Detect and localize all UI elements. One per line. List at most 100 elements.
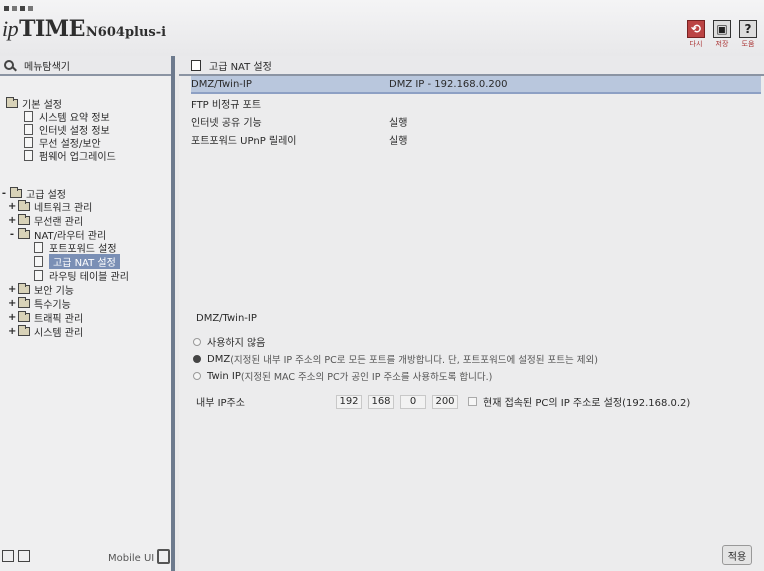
save-icon: ▣ — [713, 20, 731, 38]
row-value: 실행 — [389, 135, 408, 147]
folder-icon — [18, 311, 30, 322]
restart-icon: ⟲ — [687, 20, 705, 38]
logo-dots — [4, 6, 166, 11]
expand-icon: + — [8, 326, 17, 337]
option-description: (지정된 MAC 주소의 PC가 공인 IP 주소를 사용하도록 합니다.) — [240, 372, 493, 383]
tree-system-management[interactable]: + 시스템 관리 — [8, 324, 83, 339]
model-name: N604plus-i — [85, 25, 167, 40]
expand-icon: + — [8, 201, 17, 212]
help-icon: ? — [739, 20, 757, 38]
exit-icon[interactable] — [18, 550, 30, 562]
expand-icon: + — [8, 312, 17, 323]
folder-icon — [18, 228, 30, 239]
use-current-pc-label: 현재 접속된 PC의 IP 주소로 설정(192.168.0.2) — [483, 398, 691, 409]
tree-traffic-management[interactable]: + 트래픽 관리 — [8, 310, 83, 325]
expand-icon: + — [8, 215, 17, 226]
page-title: 고급 NAT 설정 — [209, 61, 272, 73]
radio-button[interactable] — [193, 372, 201, 380]
collapse-icon: - — [9, 229, 15, 240]
ip-octet-1-input[interactable]: 192 — [336, 394, 362, 409]
document-icon — [34, 270, 43, 281]
tree-item-firmware-upgrade[interactable]: 펌웨어 업그레이드 — [24, 148, 116, 163]
logo-time: TIME — [19, 16, 85, 42]
tree-label-selected: 고급 NAT 설정 — [49, 254, 120, 269]
tree-item-port-forward[interactable]: 포트포워드 설정 — [34, 240, 117, 255]
option-dmz[interactable]: DMZ (지정된 내부 IP 주소의 PC로 모든 포트를 개방합니다. 단, … — [193, 352, 598, 366]
expand-icon: + — [8, 298, 17, 309]
tree-label: 네트워크 관리 — [34, 203, 93, 214]
radio-button-selected[interactable] — [193, 355, 201, 363]
save-label: 저장 — [715, 40, 729, 48]
ip-octet-4-input[interactable]: 200 — [432, 394, 458, 409]
tree-security[interactable]: + 보안 기능 — [8, 282, 74, 297]
folder-icon — [10, 187, 22, 198]
use-current-pc-checkbox[interactable] — [468, 397, 477, 406]
tree-label: 펌웨어 업그레이드 — [39, 152, 116, 163]
internal-ip-label: 내부 IP주소 — [196, 398, 245, 409]
tree-wireless-management[interactable]: + 무선랜 관리 — [8, 213, 83, 228]
document-icon — [24, 137, 33, 148]
option-label: DMZ — [207, 353, 231, 365]
home-icon[interactable] — [2, 550, 14, 562]
section-title: DMZ/Twin-IP — [196, 313, 257, 324]
internal-ip-row: 내부 IP주소 192 168 0 200 현재 접속된 PC의 IP 주소로 … — [196, 394, 690, 409]
option-disabled[interactable]: 사용하지 않음 — [193, 334, 265, 349]
sidebar-footer: Mobile UI — [0, 545, 175, 571]
menu-explorer: 메뉴탐색기 기본 설정 시스템 요약 정보 인터넷 설정 정보 무선 설정/보안… — [0, 56, 175, 571]
tree-label: 특수기능 — [34, 300, 71, 311]
tree-label: 포트포워드 설정 — [49, 244, 117, 255]
tree-special-functions[interactable]: + 특수기능 — [8, 296, 71, 311]
ip-octet-2-input[interactable]: 168 — [368, 394, 394, 409]
document-icon — [24, 150, 33, 161]
menu-explorer-header: 메뉴탐색기 — [0, 56, 171, 76]
option-twin-ip[interactable]: Twin IP (지정된 MAC 주소의 PC가 공인 IP 주소를 사용하도록… — [193, 369, 492, 383]
mobile-icon[interactable] — [157, 549, 170, 564]
row-key: 인터넷 공유 기능 — [191, 117, 262, 129]
row-key: FTP 비정규 포트 — [191, 99, 262, 111]
tree-label: 트래픽 관리 — [34, 314, 84, 325]
option-label: Twin IP — [207, 370, 241, 382]
restart-label: 다시 — [689, 40, 703, 48]
ip-octet-3-input[interactable]: 0 — [400, 394, 426, 409]
document-icon — [34, 242, 43, 253]
restart-button[interactable]: ⟲ 다시 — [686, 20, 706, 49]
radio-button[interactable] — [193, 337, 201, 346]
menu-explorer-title: 메뉴탐색기 — [24, 61, 70, 73]
app-header: ip TIME N604plus-i ⟲ 다시 ▣ 저장 ? 도움 — [0, 0, 764, 56]
expand-icon: + — [8, 284, 17, 295]
folder-icon — [18, 214, 30, 225]
tree-item-routing-table[interactable]: 라우팅 테이블 관리 — [34, 268, 129, 283]
row-value: 실행 — [389, 117, 408, 129]
mobile-ui-link[interactable]: Mobile UI — [108, 553, 154, 564]
logo-ip: ip — [2, 16, 19, 41]
page-header: 고급 NAT 설정 — [179, 56, 764, 76]
document-icon — [34, 256, 43, 267]
save-button[interactable]: ▣ 저장 — [712, 20, 732, 49]
main-panel: 고급 NAT 설정 DMZ/Twin-IP DMZ IP - 192.168.0… — [179, 56, 764, 571]
tree-label: 시스템 관리 — [34, 328, 84, 339]
folder-icon — [18, 283, 30, 294]
tree-label: 무선랜 관리 — [34, 217, 84, 228]
nat-row-dmz[interactable]: DMZ/Twin-IP DMZ IP - 192.168.0.200 — [191, 76, 761, 94]
help-label: 도움 — [741, 40, 755, 48]
apply-button[interactable]: 적용 — [722, 545, 752, 565]
tree-item-advanced-nat[interactable]: 고급 NAT 설정 — [34, 254, 120, 269]
nat-row-sharing[interactable]: 인터넷 공유 기능 실행 — [191, 112, 761, 130]
row-key: 포트포워드 UPnP 릴레이 — [191, 135, 297, 147]
top-toolbar: ⟲ 다시 ▣ 저장 ? 도움 — [686, 20, 758, 49]
collapse-icon: - — [1, 188, 7, 199]
row-key: DMZ/Twin-IP — [191, 78, 252, 90]
tree-network-management[interactable]: + 네트워크 관리 — [8, 199, 92, 214]
option-label: 사용하지 않음 — [207, 338, 266, 349]
help-button[interactable]: ? 도움 — [738, 20, 758, 49]
tree-label: 라우팅 테이블 관리 — [49, 272, 129, 283]
row-value: DMZ IP - 192.168.0.200 — [389, 78, 508, 90]
document-icon — [24, 124, 33, 135]
tree-label: 보안 기능 — [34, 286, 74, 297]
folder-icon — [18, 200, 30, 211]
nat-row-ftp[interactable]: FTP 비정규 포트 — [191, 94, 761, 112]
nat-row-upnp[interactable]: 포트포워드 UPnP 릴레이 실행 — [191, 130, 761, 148]
page-icon — [191, 59, 201, 71]
iptime-logo: ip TIME N604plus-i — [2, 6, 166, 42]
document-icon — [24, 111, 33, 122]
